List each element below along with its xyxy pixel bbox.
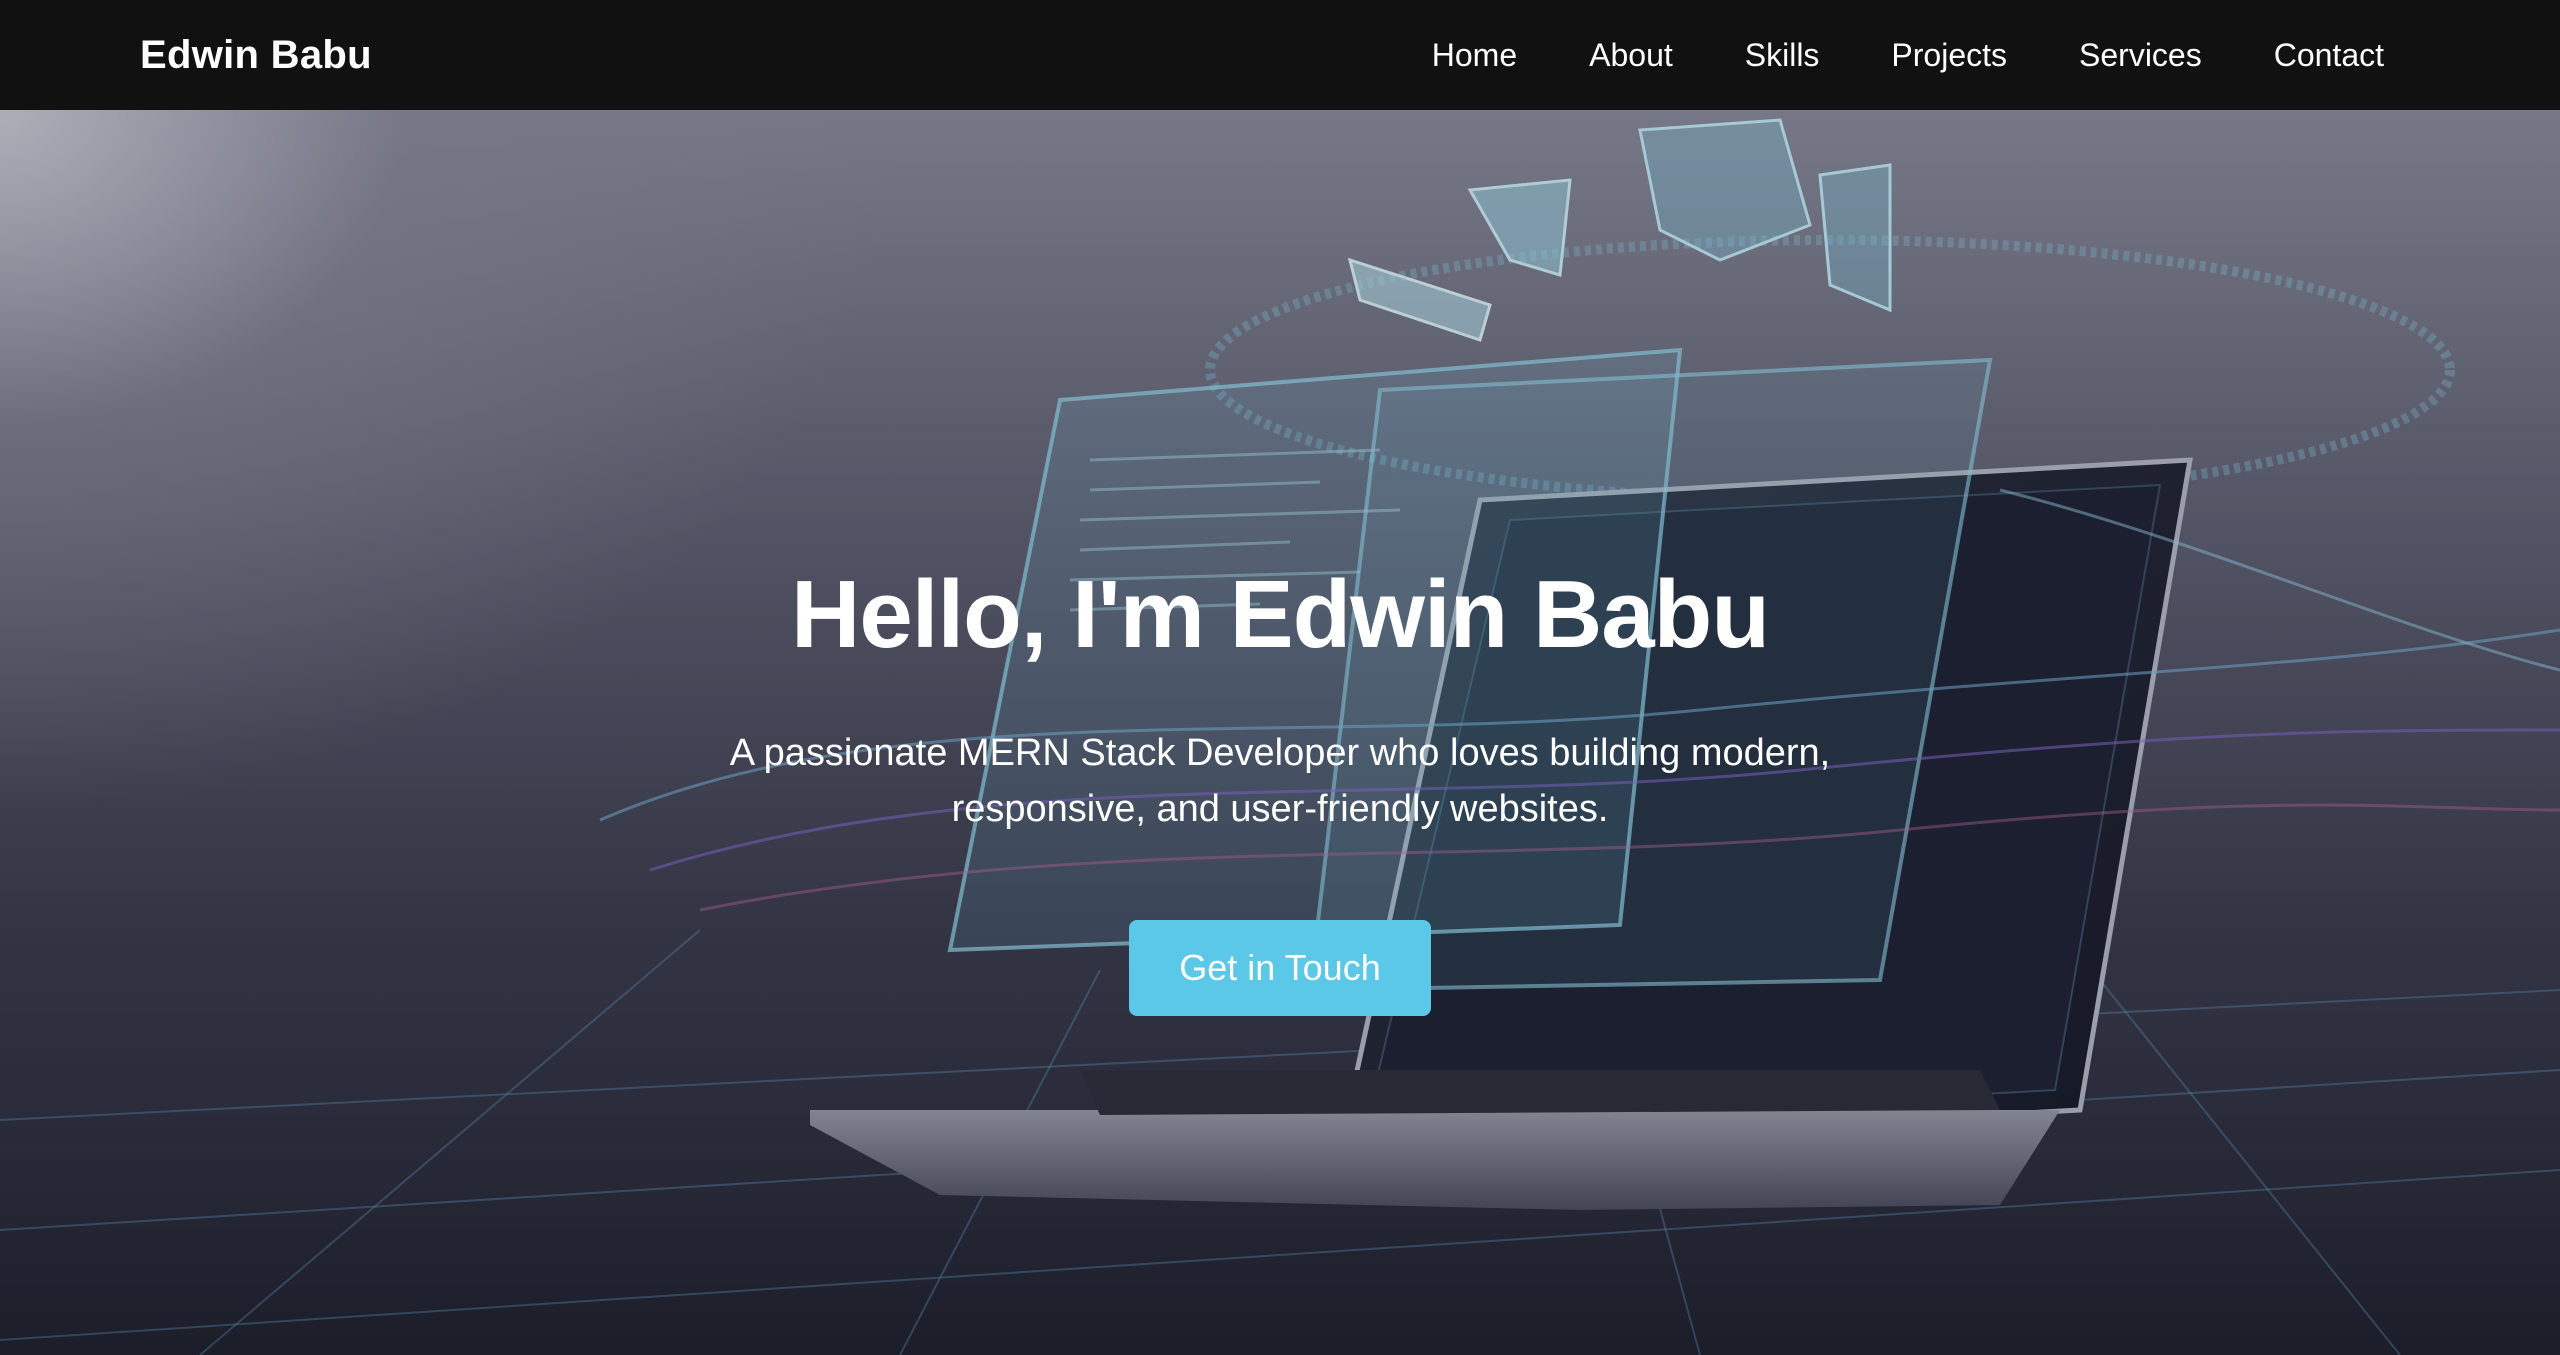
nav-link-skills[interactable]: Skills — [1745, 37, 1820, 74]
nav-link-about[interactable]: About — [1589, 37, 1673, 74]
navbar: Edwin Babu Home About Skills Projects Se… — [0, 0, 2560, 110]
hero-subtitle: A passionate MERN Stack Developer who lo… — [729, 732, 1831, 830]
nav-link-services[interactable]: Services — [2079, 37, 2202, 74]
brand-logo[interactable]: Edwin Babu — [140, 0, 372, 110]
hero-content: Hello, I'm Edwin Babu A passionate MERN … — [0, 110, 2560, 1355]
nav-link-projects[interactable]: Projects — [1891, 37, 2007, 74]
get-in-touch-button[interactable]: Get in Touch — [1129, 920, 1431, 1016]
hero-section: Hello, I'm Edwin Babu A passionate MERN … — [0, 110, 2560, 1355]
nav-link-home[interactable]: Home — [1432, 37, 1517, 74]
nav-link-contact[interactable]: Contact — [2274, 37, 2384, 74]
nav-menu: Home About Skills Projects Services Cont… — [1360, 0, 2384, 110]
hero-title: Hello, I'm Edwin Babu — [791, 561, 1770, 668]
